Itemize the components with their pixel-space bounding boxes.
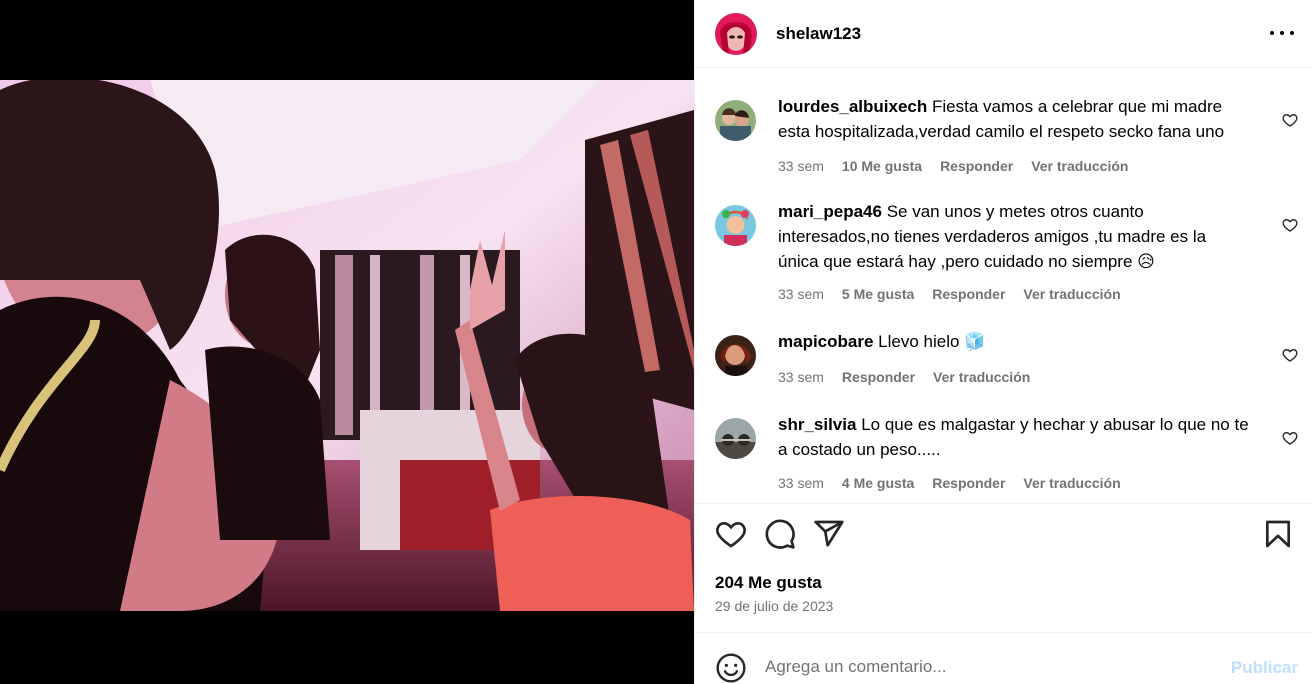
comment-likes[interactable]: 4 Me gusta (842, 475, 914, 491)
author-avatar[interactable] (715, 12, 757, 55)
comment-likes[interactable]: 5 Me gusta (842, 286, 914, 302)
comment-meta: 33 sem 5 Me gusta Responder Ver traducci… (778, 286, 1121, 302)
heart-icon[interactable] (715, 518, 747, 550)
commenter-avatar[interactable] (715, 100, 756, 141)
comment-body: shr_silvia Lo que es malgastar y hechar … (778, 412, 1250, 462)
comment-like-icon[interactable] (1282, 217, 1298, 233)
comment-input[interactable] (765, 653, 1185, 681)
comment-body: lourdes_albuixech Fiesta vamos a celebra… (778, 94, 1250, 144)
post-details-panel: shelaw123 lourdes_albuixech Fiesta vamos… (694, 0, 1312, 684)
reply-button[interactable]: Responder (932, 286, 1005, 302)
reply-button[interactable]: Responder (932, 475, 1005, 491)
post-date[interactable]: 29 de julio de 2023 (715, 598, 833, 614)
comment-icon[interactable] (764, 518, 796, 550)
post-header: shelaw123 (695, 0, 1312, 68)
comment-meta: 33 sem 4 Me gusta Responder Ver traducci… (778, 475, 1121, 491)
translate-button[interactable]: Ver traducción (1023, 286, 1120, 302)
commenter-avatar[interactable] (715, 205, 756, 246)
comment-like-icon[interactable] (1282, 347, 1298, 363)
publish-button[interactable]: Publicar (1231, 658, 1298, 678)
comment-time[interactable]: 33 sem (778, 475, 824, 491)
comment-time[interactable]: 33 sem (778, 369, 824, 385)
commenter-avatar[interactable] (715, 335, 756, 376)
post-photo[interactable] (0, 80, 694, 611)
comment-username[interactable]: lourdes_albuixech (778, 97, 927, 116)
reply-button[interactable]: Responder (842, 369, 915, 385)
comment-username[interactable]: shr_silvia (778, 415, 856, 434)
comments-list[interactable]: lourdes_albuixech Fiesta vamos a celebra… (695, 68, 1312, 504)
comment-time[interactable]: 33 sem (778, 158, 824, 174)
share-icon[interactable] (813, 518, 845, 550)
comment-username[interactable]: mari_pepa46 (778, 202, 882, 221)
comment-username[interactable]: mapicobare (778, 332, 873, 351)
comment-likes[interactable]: 10 Me gusta (842, 158, 922, 174)
commenter-avatar[interactable] (715, 418, 756, 459)
more-options-icon[interactable] (1270, 21, 1294, 45)
comment-composer: Publicar (695, 632, 1312, 684)
comment-time[interactable]: 33 sem (778, 286, 824, 302)
post-likes-count[interactable]: 204 Me gusta (715, 573, 822, 593)
comment-meta: 33 sem 10 Me gusta Responder Ver traducc… (778, 158, 1128, 174)
comment-body: mari_pepa46 Se van unos y metes otros cu… (778, 199, 1250, 274)
comment-like-icon[interactable] (1282, 112, 1298, 128)
comment-text: Llevo hielo 🧊 (878, 332, 986, 351)
reply-button[interactable]: Responder (940, 158, 1013, 174)
comment-like-icon[interactable] (1282, 430, 1298, 446)
bookmark-icon[interactable] (1262, 518, 1294, 550)
post-actions (715, 518, 1292, 558)
translate-button[interactable]: Ver traducción (933, 369, 1030, 385)
author-username[interactable]: shelaw123 (776, 24, 861, 44)
translate-button[interactable]: Ver traducción (1031, 158, 1128, 174)
translate-button[interactable]: Ver traducción (1023, 475, 1120, 491)
emoji-icon[interactable] (715, 652, 747, 684)
comment-body: mapicobare Llevo hielo 🧊 (778, 329, 1250, 354)
post-media (0, 0, 694, 684)
comment-meta: 33 sem Responder Ver traducción (778, 369, 1030, 385)
